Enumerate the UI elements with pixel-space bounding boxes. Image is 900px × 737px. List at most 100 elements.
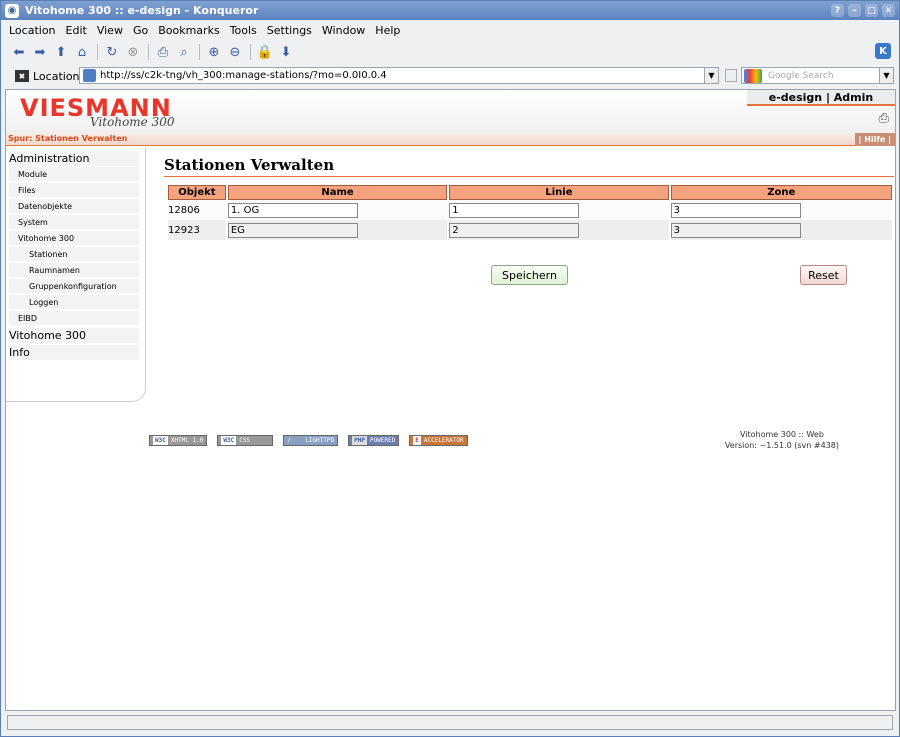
search-placeholder: Google Search	[768, 70, 834, 81]
css-badge[interactable]: W3C CSS	[217, 435, 274, 446]
name-input[interactable]: EG	[227, 222, 358, 238]
php-badge[interactable]: PHP POWERED	[348, 435, 400, 446]
help-window-button[interactable]: ?	[831, 4, 844, 17]
column-header-name[interactable]: Name	[227, 185, 448, 200]
column-header-objekt[interactable]: Objekt	[168, 185, 226, 200]
stop-icon[interactable]: ⊗	[123, 43, 143, 61]
version-number: Version: ~1.51.0 (svn #438)	[724, 441, 839, 450]
up-icon[interactable]: ⬆	[51, 43, 71, 61]
sidebar-nav: Administration Module Files Datenobjekte…	[6, 147, 146, 402]
location-label: Location:	[33, 69, 84, 83]
security-icon[interactable]: 🔒	[255, 43, 275, 61]
column-header-zone[interactable]: Zone	[670, 185, 892, 200]
go-button[interactable]	[725, 69, 737, 82]
title-bar[interactable]: ◉ Vitohome 300 :: e-design - Konqueror ?…	[1, 1, 899, 20]
minimize-window-button[interactable]: –	[848, 4, 861, 17]
help-link[interactable]: | Hilfe |	[854, 133, 895, 146]
table-row: 12923 EG 2 3	[168, 220, 892, 240]
version-product: Vitohome 300 :: Web	[739, 430, 824, 439]
linie-input[interactable]: 2	[449, 222, 580, 238]
sidebar-item-stationen[interactable]: Stationen	[9, 247, 139, 261]
menu-settings[interactable]: Settings	[267, 24, 312, 37]
status-bar	[7, 715, 893, 730]
sidebar-item-vitohome-300-admin[interactable]: Vitohome 300	[9, 231, 139, 245]
zone-input[interactable]: 3	[670, 202, 801, 218]
sidebar-item-raumnamen[interactable]: Raumnamen	[9, 263, 139, 277]
toolbar-separator	[97, 44, 98, 60]
version-info: Vitohome 300 :: Web Version: ~1.51.0 (sv…	[725, 429, 839, 451]
badge-lead: E	[413, 436, 421, 445]
save-button[interactable]: Speichern	[491, 265, 568, 285]
reset-button[interactable]: Reset	[800, 265, 847, 285]
name-cell: EG	[227, 220, 448, 240]
window-title: Vitohome 300 :: e-design - Konqueror	[25, 4, 259, 17]
menu-go[interactable]: Go	[133, 24, 148, 37]
xhtml-badge[interactable]: W3C XHTML 1.0	[149, 435, 208, 446]
product-logo: Vitohome 300	[90, 115, 175, 129]
sidebar-item-eibd[interactable]: EIBD	[9, 311, 139, 325]
lighttpd-feather-icon: ∕	[287, 437, 291, 444]
sidebar-item-info[interactable]: Info	[9, 345, 139, 360]
menu-window[interactable]: Window	[322, 24, 365, 37]
badge-text: LIGHTTPD	[305, 437, 335, 444]
name-cell: 1. OG	[227, 200, 448, 220]
reload-icon[interactable]: ↻	[102, 43, 122, 61]
menu-help[interactable]: Help	[375, 24, 400, 37]
sidebar-item-system[interactable]: System	[9, 215, 139, 229]
sidebar-item-datenobjekte[interactable]: Datenobjekte	[9, 199, 139, 213]
user-indicator: e-design | Admin	[747, 90, 895, 106]
search-input[interactable]: Google Search ▼	[741, 67, 894, 84]
sidebar-item-gruppenkonfiguration[interactable]: Gruppenkonfiguration	[9, 279, 139, 293]
name-input[interactable]: 1. OG	[227, 202, 358, 218]
url-history-dropdown-icon[interactable]: ▼	[704, 68, 718, 83]
search-dropdown-icon[interactable]: ▼	[879, 68, 893, 83]
location-bar: ✖ Location: http://ss/c2k-tng/vh_300:man…	[1, 66, 899, 86]
browser-window: ◉ Vitohome 300 :: e-design - Konqueror ?…	[0, 0, 900, 737]
stations-table: Objekt Name Linie Zone 12806 1. OG 1 3 1…	[166, 185, 894, 240]
sidebar-item-administration[interactable]: Administration	[9, 151, 139, 166]
column-header-linie[interactable]: Linie	[449, 185, 669, 200]
favicon-icon	[83, 69, 96, 82]
badge-text: CSS	[239, 437, 251, 444]
lighttpd-badge[interactable]: ∕ LIGHTTPD	[283, 435, 339, 446]
find-icon[interactable]: ⌕	[174, 43, 194, 61]
konqueror-app-icon[interactable]: ◉	[5, 3, 19, 18]
eaccelerator-badge[interactable]: E ACCELERATOR	[409, 435, 468, 446]
menu-view[interactable]: View	[97, 24, 123, 37]
zoom-in-icon[interactable]: ⊕	[204, 43, 224, 61]
page-viewport[interactable]: VIESMANN Vitohome 300 e-design | Admin ⎙…	[5, 89, 896, 711]
maximize-window-button[interactable]: □	[865, 4, 878, 17]
sidebar-item-module[interactable]: Module	[9, 167, 139, 181]
download-icon[interactable]: ⬇	[276, 43, 296, 61]
print-page-icon[interactable]: ⎙	[879, 111, 889, 126]
footer-badges: W3C XHTML 1.0 W3C CSS ∕ LIGHTTPD PHP POWERED…	[149, 435, 478, 449]
menu-tools[interactable]: Tools	[230, 24, 257, 37]
zone-input[interactable]: 3	[670, 222, 801, 238]
menu-bar: Location Edit View Go Bookmarks Tools Se…	[1, 21, 899, 39]
sidebar-item-loggen[interactable]: Loggen	[9, 295, 139, 309]
back-icon[interactable]: ⬅	[9, 43, 29, 61]
toolbar-separator	[199, 44, 200, 60]
zone-cell: 3	[670, 200, 892, 220]
zone-cell: 3	[670, 220, 892, 240]
menu-bookmarks[interactable]: Bookmarks	[158, 24, 219, 37]
sidebar-item-vitohome-300[interactable]: Vitohome 300	[9, 328, 139, 343]
kde-throbber-icon: K	[875, 43, 891, 59]
menu-edit[interactable]: Edit	[66, 24, 87, 37]
menu-location[interactable]: Location	[9, 24, 56, 37]
zoom-out-icon[interactable]: ⊖	[225, 43, 245, 61]
linie-cell: 2	[449, 220, 669, 240]
table-row: 12806 1. OG 1 3	[168, 200, 892, 220]
print-icon[interactable]: ⎙	[153, 43, 173, 61]
close-window-button[interactable]: ✕	[882, 4, 895, 17]
clear-location-icon[interactable]: ✖	[15, 70, 29, 82]
table-header-row: Objekt Name Linie Zone	[168, 185, 892, 200]
badge-text: POWERED	[369, 437, 396, 444]
url-input[interactable]: http://ss/c2k-tng/vh_300:manage-stations…	[79, 67, 719, 84]
forward-icon[interactable]: ➡	[30, 43, 50, 61]
linie-input[interactable]: 1	[449, 202, 580, 218]
linie-cell: 1	[449, 200, 669, 220]
sidebar-item-files[interactable]: Files	[9, 183, 139, 197]
home-icon[interactable]: ⌂	[72, 43, 92, 61]
google-search-icon[interactable]	[744, 68, 762, 83]
